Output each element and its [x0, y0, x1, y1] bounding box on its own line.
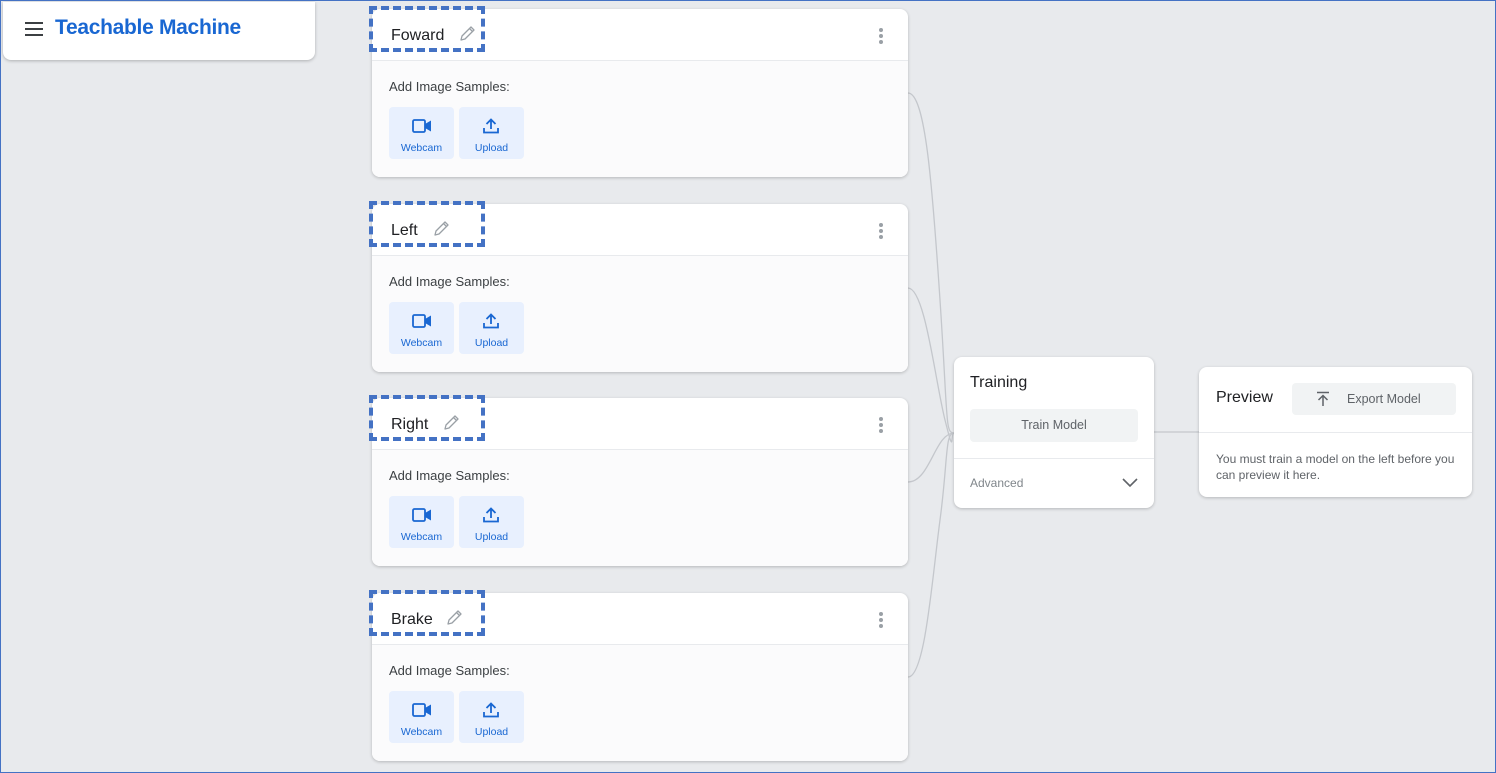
- training-divider: [954, 458, 1154, 459]
- advanced-toggle[interactable]: Advanced: [970, 476, 1023, 490]
- export-model-button[interactable]: Export Model: [1292, 383, 1456, 415]
- upload-arrow-icon: [483, 313, 499, 329]
- kebab-menu-icon[interactable]: [874, 416, 888, 434]
- class-card: Foward Add Image Samples: Webcam Upload: [369, 6, 908, 177]
- pencil-icon[interactable]: [445, 609, 463, 627]
- video-camera-icon: [412, 119, 431, 133]
- export-model-label: Export Model: [1347, 392, 1421, 406]
- class-name[interactable]: Foward: [391, 27, 444, 45]
- webcam-label: Webcam: [400, 531, 443, 543]
- webcam-label: Webcam: [400, 142, 443, 154]
- preview-title: Preview: [1216, 389, 1273, 406]
- pencil-icon[interactable]: [442, 414, 460, 432]
- upload-arrow-icon: [483, 118, 499, 134]
- preview-message: You must train a model on the left befor…: [1216, 452, 1455, 482]
- train-model-button[interactable]: Train Model: [970, 409, 1138, 442]
- samples-area: Add Image Samples: Webcam Upload: [372, 256, 908, 372]
- export-arrow-icon: [1317, 391, 1329, 406]
- training-card: Training Train Model Advanced: [954, 357, 1154, 508]
- pencil-icon[interactable]: [432, 220, 450, 238]
- upload-label: Upload: [474, 142, 509, 154]
- webcam-button[interactable]: Webcam: [389, 691, 454, 743]
- upload-button[interactable]: Upload: [459, 691, 524, 743]
- upload-button[interactable]: Upload: [459, 302, 524, 354]
- upload-label: Upload: [474, 726, 509, 738]
- samples-label: Add Image Samples:: [389, 663, 510, 678]
- kebab-menu-icon[interactable]: [874, 27, 888, 45]
- preview-divider: [1199, 432, 1472, 433]
- webcam-button[interactable]: Webcam: [389, 496, 454, 548]
- preview-card: Preview Export Model You must train a mo…: [1199, 367, 1472, 497]
- video-camera-icon: [412, 314, 431, 328]
- samples-label: Add Image Samples:: [389, 79, 510, 94]
- webcam-label: Webcam: [400, 726, 443, 738]
- webcam-button[interactable]: Webcam: [389, 302, 454, 354]
- class-card: Left Add Image Samples: Webcam Upload: [369, 201, 908, 372]
- class-name[interactable]: Left: [391, 222, 418, 240]
- training-title: Training: [970, 374, 1028, 391]
- samples-label: Add Image Samples:: [389, 468, 510, 483]
- webcam-button[interactable]: Webcam: [389, 107, 454, 159]
- upload-label: Upload: [474, 531, 509, 543]
- video-camera-icon: [412, 703, 431, 717]
- webcam-label: Webcam: [400, 337, 443, 349]
- upload-arrow-icon: [483, 507, 499, 523]
- chevron-down-icon[interactable]: [1122, 478, 1138, 488]
- samples-area: Add Image Samples: Webcam Upload: [372, 645, 908, 761]
- upload-button[interactable]: Upload: [459, 107, 524, 159]
- upload-arrow-icon: [483, 702, 499, 718]
- video-camera-icon: [412, 508, 431, 522]
- class-card-header: Foward: [369, 6, 908, 61]
- highlight-box: [369, 201, 485, 247]
- class-card-header: Right: [369, 395, 908, 450]
- kebab-menu-icon[interactable]: [874, 611, 888, 629]
- samples-area: Add Image Samples: Webcam Upload: [372, 450, 908, 566]
- samples-area: Add Image Samples: Webcam Upload: [372, 61, 908, 177]
- samples-label: Add Image Samples:: [389, 274, 510, 289]
- class-name[interactable]: Brake: [391, 611, 433, 629]
- pencil-icon[interactable]: [458, 25, 476, 43]
- class-name[interactable]: Right: [391, 416, 428, 434]
- class-card: Brake Add Image Samples: Webcam Upload: [369, 590, 908, 761]
- class-card-header: Left: [369, 201, 908, 256]
- class-card-header: Brake: [369, 590, 908, 645]
- upload-button[interactable]: Upload: [459, 496, 524, 548]
- upload-label: Upload: [474, 337, 509, 349]
- kebab-menu-icon[interactable]: [874, 222, 888, 240]
- class-card: Right Add Image Samples: Webcam Upload: [369, 395, 908, 566]
